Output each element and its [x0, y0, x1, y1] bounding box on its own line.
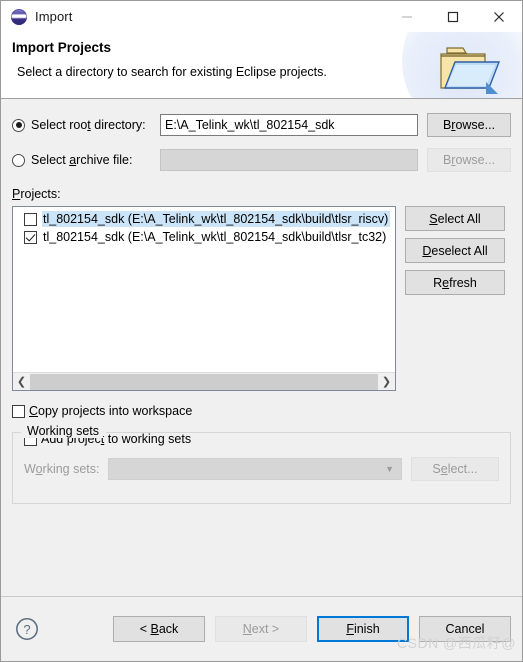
minimize-icon[interactable] — [384, 1, 430, 32]
working-sets-combo: ▼ — [108, 458, 402, 480]
projects-buttons: Select All Deselect All Refresh — [405, 206, 505, 302]
radio-indicator — [12, 153, 25, 167]
project-checkbox[interactable] — [24, 212, 37, 226]
working-sets-group-title: Working sets — [23, 424, 104, 438]
select-archive-file-label: Select archive file: — [31, 153, 133, 167]
select-archive-file-radio[interactable]: Select archive file: — [12, 153, 160, 167]
refresh-button[interactable]: Refresh — [405, 270, 505, 295]
copy-projects-label: Copy projects into workspace — [29, 404, 193, 418]
working-sets-row: Working sets: ▼ Select... — [24, 457, 499, 481]
dialog-body: Select root directory: Browse... Select … — [1, 99, 522, 596]
window-title: Import — [35, 9, 73, 24]
radio-indicator — [12, 118, 25, 132]
projects-list: tl_802154_sdk (E:\A_Telink_wk\tl_802154_… — [13, 207, 395, 372]
projects-label: Projects: — [12, 187, 61, 201]
chevron-left-icon[interactable]: ❮ — [13, 373, 30, 390]
wizard-header: Import Projects Select a directory to se… — [1, 32, 522, 99]
open-folder-icon — [440, 47, 501, 94]
project-label: tl_802154_sdk (E:\A_Telink_wk\tl_802154_… — [42, 211, 391, 227]
finish-button[interactable]: Finish — [317, 616, 409, 642]
checkbox-indicator — [12, 404, 25, 418]
scrollbar-track[interactable] — [30, 373, 378, 390]
dialog-footer: ? < Back Next > Finish Cancel CSDN @西瓜籽@ — [1, 596, 522, 661]
maximize-icon[interactable] — [430, 1, 476, 32]
projects-area: tl_802154_sdk (E:\A_Telink_wk\tl_802154_… — [12, 206, 511, 391]
list-item[interactable]: tl_802154_sdk (E:\A_Telink_wk\tl_802154_… — [13, 228, 395, 246]
select-root-directory-radio[interactable]: Select root directory: — [12, 118, 160, 132]
deselect-all-button[interactable]: Deselect All — [405, 238, 505, 263]
help-icon[interactable]: ? — [15, 617, 39, 641]
list-item[interactable]: tl_802154_sdk (E:\A_Telink_wk\tl_802154_… — [13, 210, 395, 228]
import-dialog: Import Import Projects Select a director… — [0, 0, 523, 662]
eclipse-sphere-icon — [11, 8, 27, 25]
page-description: Select a directory to search for existin… — [17, 65, 327, 79]
window-controls — [384, 1, 522, 32]
select-root-directory-label: Select root directory: — [31, 118, 146, 132]
scrollbar-thumb[interactable] — [30, 373, 378, 390]
svg-text:?: ? — [23, 622, 30, 637]
select-working-sets-button: Select... — [411, 457, 499, 481]
page-title: Import Projects — [12, 40, 112, 55]
browse-archive-file-button: Browse... — [427, 148, 511, 172]
chevron-right-icon[interactable]: ❯ — [378, 373, 395, 390]
footer-buttons: < Back Next > Finish Cancel — [103, 616, 511, 642]
horizontal-scrollbar[interactable]: ❮ ❯ — [13, 372, 395, 390]
project-label: tl_802154_sdk (E:\A_Telink_wk\tl_802154_… — [43, 230, 387, 244]
chevron-down-icon: ▼ — [385, 464, 394, 474]
root-directory-row: Select root directory: Browse... — [12, 113, 511, 137]
back-button[interactable]: < Back — [113, 616, 205, 642]
cancel-button[interactable]: Cancel — [419, 616, 511, 642]
archive-file-input — [160, 149, 418, 171]
next-button: Next > — [215, 616, 307, 642]
working-sets-group: Working sets Add project to working sets… — [12, 424, 511, 504]
archive-file-row: Select archive file: Browse... — [12, 148, 511, 172]
copy-projects-checkbox[interactable]: Copy projects into workspace — [12, 404, 511, 418]
root-directory-input[interactable] — [160, 114, 418, 136]
projects-listbox[interactable]: tl_802154_sdk (E:\A_Telink_wk\tl_802154_… — [12, 206, 396, 391]
close-icon[interactable] — [476, 1, 522, 32]
project-checkbox[interactable] — [24, 230, 37, 244]
select-all-button[interactable]: Select All — [405, 206, 505, 231]
browse-root-directory-button[interactable]: Browse... — [427, 113, 511, 137]
title-bar: Import — [1, 1, 522, 32]
working-sets-combo-label: Working sets: — [24, 462, 100, 476]
